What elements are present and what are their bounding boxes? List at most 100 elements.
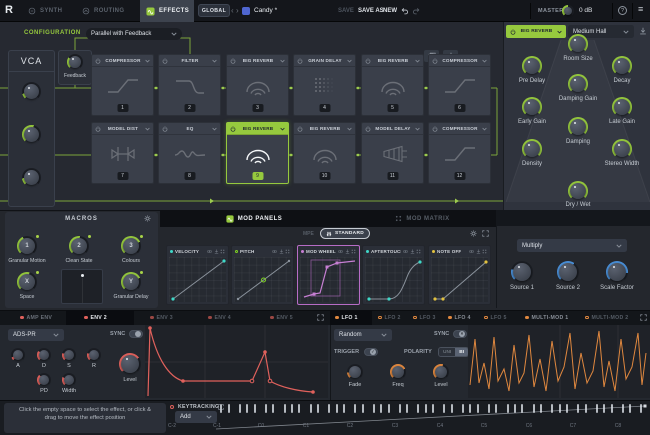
keyboard-tick[interactable] [264, 404, 267, 413]
keyboard-tick[interactable] [540, 404, 542, 413]
tab-mod-panels[interactable]: MOD PANELS [160, 210, 348, 227]
preset-name[interactable]: Candy * [254, 7, 277, 14]
mod-panel-aftertouch[interactable]: AFTERTOUCH [362, 245, 425, 305]
expand-icon[interactable] [317, 314, 324, 321]
power-icon[interactable] [365, 58, 371, 64]
keyboard-tick[interactable] [317, 404, 319, 413]
keyboard-tick[interactable] [595, 404, 598, 413]
env-mode-dropdown[interactable]: ADS-PR [8, 329, 64, 341]
tab-multi-mod-1[interactable]: MULTI-MOD 1 [525, 310, 568, 325]
tab-env-2[interactable]: ENV 2 [84, 310, 107, 325]
mode-mpe-button[interactable]: MPE [303, 231, 314, 237]
power-icon[interactable] [297, 58, 303, 64]
power-icon[interactable] [432, 58, 438, 64]
power-icon[interactable] [432, 126, 438, 132]
effect-slot-10[interactable]: BIG REVERB 10 [293, 122, 356, 184]
editor-device-dropdown[interactable]: BIG REVERB [506, 25, 566, 38]
env-release-knob[interactable] [87, 348, 101, 362]
tab-lfo-5[interactable]: LFO 5 [484, 310, 507, 325]
aftertouch-curve-graph[interactable] [365, 257, 422, 302]
keyboard-tick[interactable] [506, 404, 509, 413]
undo-icon[interactable] [401, 7, 409, 15]
keyboard-tick[interactable] [603, 404, 606, 413]
keyboard-tick[interactable] [450, 404, 453, 413]
configuration-dropdown[interactable]: Parallel with Feedback [86, 28, 182, 40]
env-width-knob[interactable] [62, 373, 76, 387]
tab-synth[interactable]: SYNTH [28, 0, 62, 22]
lfo-sync-toggle[interactable]: × [453, 330, 467, 338]
env-attack-knob[interactable] [11, 348, 25, 362]
keyboard-tick[interactable] [380, 404, 383, 413]
chevron-down-icon[interactable] [482, 59, 487, 63]
preset-prev-button[interactable]: ‹ [231, 6, 234, 15]
grid-icon[interactable] [220, 249, 225, 254]
keyboard-tick[interactable] [514, 404, 516, 413]
download-icon[interactable] [639, 27, 647, 35]
effect-slot-8[interactable]: EQ 8 [158, 122, 221, 184]
power-icon[interactable] [230, 126, 236, 132]
chevron-down-icon[interactable] [347, 127, 352, 131]
macro-xy-pad[interactable] [61, 269, 103, 304]
keyboard-tick[interactable] [283, 404, 286, 413]
keyboard-tick[interactable] [227, 404, 230, 413]
power-icon[interactable] [230, 58, 236, 64]
env-level-knob[interactable] [119, 353, 141, 375]
keyboard-tick[interactable] [354, 404, 357, 413]
download-icon[interactable] [476, 249, 481, 254]
grid-icon[interactable] [351, 249, 356, 254]
chevron-down-icon[interactable] [415, 59, 420, 63]
preset-next-button[interactable]: › [236, 6, 239, 15]
keyboard-tick[interactable] [238, 404, 241, 413]
grid-icon[interactable] [416, 249, 421, 254]
mod-panel-mod-wheel[interactable]: MOD WHEEL [297, 245, 360, 305]
keyboard-tick[interactable] [629, 404, 632, 413]
macro-2-knob[interactable]: 2 [69, 236, 89, 256]
keyboard-tick[interactable] [398, 404, 401, 413]
tab-effects[interactable]: EFFECTS [140, 0, 194, 22]
tab-global[interactable]: GLOBAL [198, 4, 230, 17]
mod-panel-pitch[interactable]: PITCH [231, 245, 294, 305]
dry-wet-knob[interactable] [568, 181, 588, 201]
math-operation-dropdown[interactable]: Multiply [517, 239, 627, 252]
tab-lfo-4[interactable]: LFO 4 [448, 310, 471, 325]
keyboard-tick[interactable] [343, 404, 345, 413]
keyboard-tick[interactable] [621, 404, 624, 413]
effect-slot-3[interactable]: BIG REVERB 3 [226, 54, 289, 116]
power-icon[interactable] [162, 126, 168, 132]
keyboard-tick[interactable] [443, 404, 446, 413]
keyboard-tick[interactable] [577, 404, 580, 413]
keyboard-tick[interactable] [424, 404, 427, 413]
lfo-shape-dropdown[interactable]: Random [334, 329, 392, 341]
env-graph[interactable] [145, 325, 328, 398]
download-icon[interactable] [214, 249, 219, 254]
save-button[interactable]: SAVE [338, 8, 354, 14]
keyboard-tick[interactable] [291, 404, 293, 413]
feedback-knob[interactable] [67, 54, 83, 70]
mod-panel-velocity[interactable]: VELOCITY [166, 245, 229, 305]
grid-icon[interactable] [482, 249, 487, 254]
link-icon[interactable] [338, 249, 343, 254]
late-gain-knob[interactable] [612, 97, 632, 117]
density-knob[interactable] [522, 139, 542, 159]
lfo-freq-knob[interactable] [390, 364, 406, 380]
chevron-down-icon[interactable] [415, 127, 420, 131]
chevron-down-icon[interactable] [280, 127, 285, 131]
polarity-uni-option[interactable]: UNI [439, 348, 456, 356]
keyboard-tick[interactable] [566, 404, 568, 413]
effect-slot-5[interactable]: BIG REVERB 5 [361, 54, 424, 116]
grid-icon[interactable] [285, 249, 290, 254]
chevron-down-icon[interactable] [212, 59, 217, 63]
lfo-trigger-toggle[interactable]: ✓ [364, 348, 378, 356]
macro-3-knob[interactable]: 3 [121, 236, 141, 256]
save-as-button[interactable]: SAVE AS [358, 8, 384, 14]
lfo-fade-knob[interactable] [347, 364, 363, 380]
lfo-waveform-graph[interactable] [468, 325, 650, 398]
env-sustain-knob[interactable] [62, 348, 76, 362]
damping-gain-knob[interactable] [568, 74, 588, 94]
keyboard-tick[interactable] [558, 404, 561, 413]
damping-knob[interactable] [568, 117, 588, 137]
keyboard-tick[interactable] [610, 404, 613, 413]
link-icon[interactable] [207, 249, 212, 254]
master-value[interactable]: 0 dB [579, 7, 592, 14]
chevron-down-icon[interactable] [145, 127, 150, 131]
